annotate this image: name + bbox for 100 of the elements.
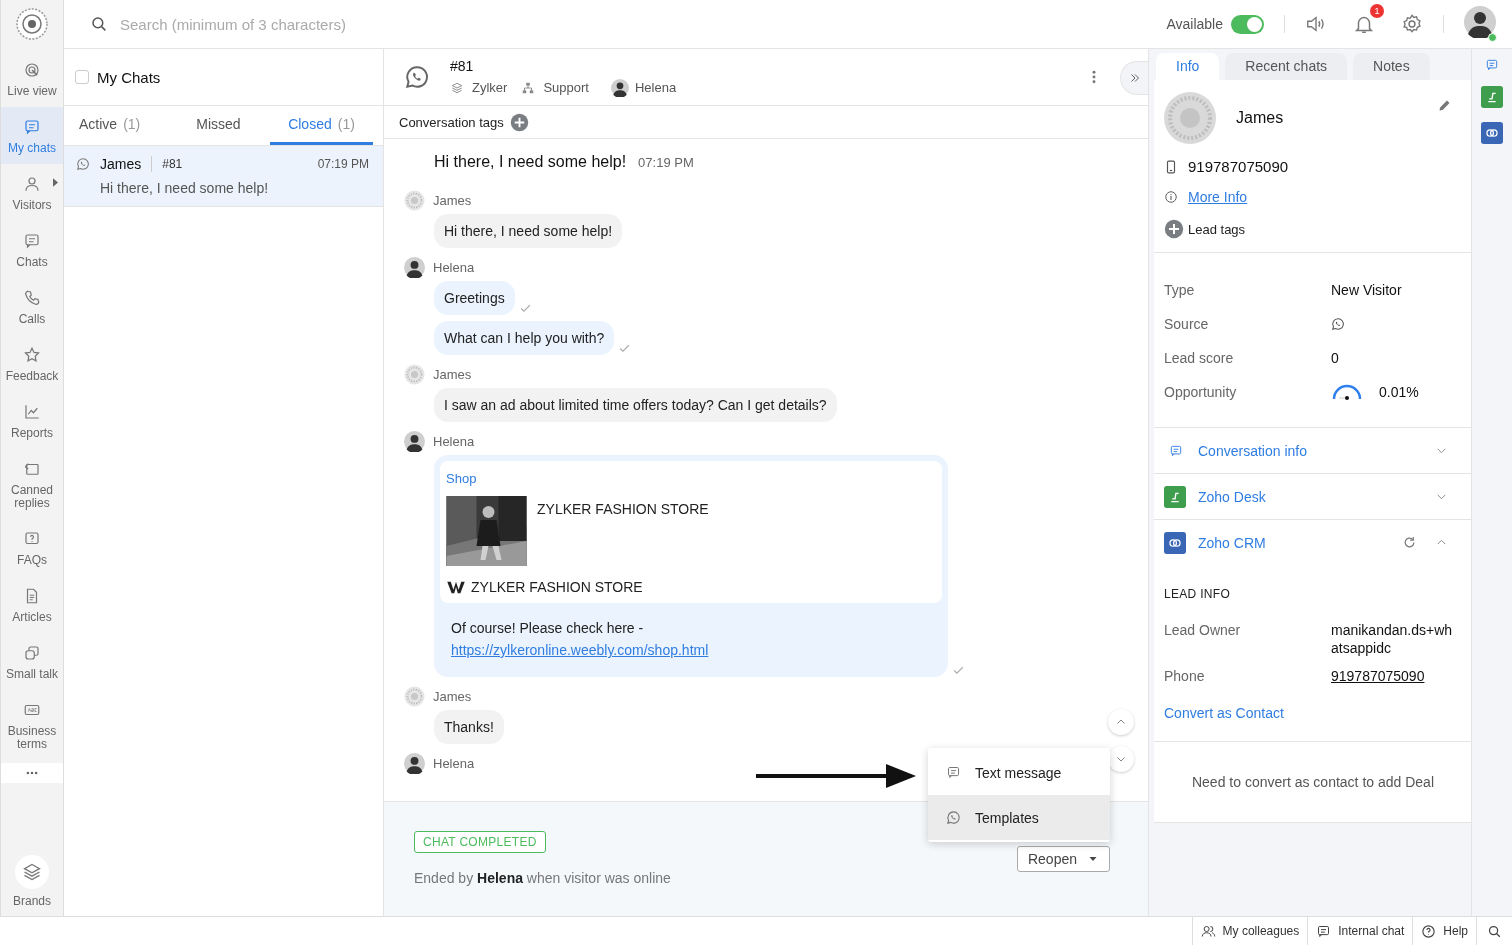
message-bubble: I saw an ad about limited time offers today? Can I get details? xyxy=(434,388,837,422)
refresh-icon[interactable] xyxy=(1402,535,1417,550)
field-label: Type xyxy=(1164,282,1196,298)
sender-name: Helena xyxy=(433,259,475,275)
cards-icon xyxy=(23,644,41,662)
deal-note: Need to convert as contact to add Deal xyxy=(1191,774,1434,790)
online-dot xyxy=(1488,33,1497,42)
tab[interactable]: Recent chats xyxy=(1225,53,1348,80)
nav-item[interactable]: FAQs xyxy=(1,519,63,576)
link[interactable]: https://zylkeronline.weebly.com/shop.html xyxy=(451,642,709,658)
nav-item[interactable]: Feedback xyxy=(1,335,63,392)
settings-icon[interactable] xyxy=(1401,13,1423,35)
phone-number: 919787075090 xyxy=(1188,158,1289,175)
gauge-icon xyxy=(1331,383,1363,401)
tab[interactable]: Active (1) xyxy=(64,106,167,145)
status-bar-item[interactable]: My colleagues xyxy=(1191,917,1308,945)
field-label: Lead Owner xyxy=(1164,621,1242,640)
sender-name: Helena xyxy=(433,755,475,771)
section-header[interactable]: Zoho CRM xyxy=(1154,520,1471,565)
app-tile-icon[interactable] xyxy=(1481,86,1503,108)
field-value: 919787075090 xyxy=(1331,667,1426,685)
star-icon xyxy=(23,346,41,364)
nav-item[interactable]: Articles xyxy=(1,576,63,633)
ended-text: Ended by Helena when visitor was online xyxy=(414,870,671,886)
message-icon xyxy=(1316,923,1332,939)
message-preview: Hi there, I need some help! xyxy=(100,180,270,196)
speaker-icon[interactable] xyxy=(1305,13,1327,35)
app-tile-icon xyxy=(1164,485,1186,508)
reopen-button[interactable]: Reopen xyxy=(1017,846,1110,872)
info-icon xyxy=(1164,190,1178,204)
message-icon xyxy=(23,118,41,136)
mobile-icon xyxy=(1164,159,1178,174)
add-icon[interactable] xyxy=(1164,219,1184,239)
status-bar-item[interactable]: Help xyxy=(1412,917,1476,945)
field-label: Lead score xyxy=(1164,350,1235,366)
availability-toggle[interactable] xyxy=(1231,14,1264,34)
collapse-button[interactable] xyxy=(1120,61,1148,95)
section-header[interactable]: Zoho Desk xyxy=(1154,474,1471,519)
nav-item[interactable]: Business terms xyxy=(1,690,63,760)
nav-item[interactable]: Visitors xyxy=(1,164,63,221)
avatar xyxy=(1464,6,1496,38)
more-info-link[interactable]: More Info xyxy=(1188,189,1248,205)
product-title: ZYLKER FASHION STORE xyxy=(537,501,709,517)
logo-icon xyxy=(16,8,48,40)
nav-item[interactable]: Brands xyxy=(1,844,63,916)
app-tile-icon xyxy=(1164,531,1186,554)
lead-tags-label: Lead tags xyxy=(1188,221,1246,237)
brand-name: Zylker xyxy=(472,80,508,95)
edit-icon[interactable] xyxy=(1437,98,1452,113)
department-name: Support xyxy=(543,80,589,95)
chat-item[interactable]: James #81 07:19 PM Hi there, I need some help! xyxy=(64,146,383,207)
message-icon xyxy=(946,765,961,780)
convert-link[interactable]: Convert as Contact xyxy=(1164,705,1462,721)
message-text: Of course! Please check here - xyxy=(451,619,645,638)
field-label: Opportunity xyxy=(1164,384,1238,400)
whatsapp-icon xyxy=(76,157,90,171)
add-icon[interactable] xyxy=(509,112,529,132)
field-value: New Visitor xyxy=(1331,282,1402,298)
message-icon xyxy=(1169,443,1183,458)
status-tag: CHAT COMPLETED xyxy=(414,831,546,853)
nav-item[interactable]: Chats xyxy=(1,221,63,278)
sender-name: James xyxy=(433,366,472,382)
message-bubble: Thanks! xyxy=(434,710,504,744)
menu-item[interactable]: Text message xyxy=(928,750,1110,795)
field-value: 0.01% xyxy=(1379,384,1419,400)
tags-label: Conversation tags xyxy=(399,114,504,130)
chat-number: #81 xyxy=(161,157,184,171)
avatar xyxy=(610,78,629,97)
field-label: Source xyxy=(1164,316,1210,332)
tab[interactable]: Info xyxy=(1156,53,1220,80)
tab[interactable]: Missed xyxy=(167,106,270,145)
notification-count: 1 xyxy=(1370,4,1384,18)
nav-item[interactable]: Calls xyxy=(1,278,63,335)
store-name: ZYLKER FASHION STORE xyxy=(471,579,643,595)
app-tile-icon[interactable] xyxy=(1481,122,1503,144)
person-icon xyxy=(23,175,41,193)
nav-item[interactable]: Live view xyxy=(1,50,63,107)
nav-item[interactable]: My chats xyxy=(1,107,63,164)
list-title: My Chats xyxy=(97,68,161,86)
search-icon xyxy=(90,15,108,33)
section-header[interactable]: Conversation info xyxy=(1154,428,1471,473)
checkbox[interactable] xyxy=(75,70,89,84)
message-time: 07:19 PM xyxy=(638,155,694,170)
search-field[interactable]: Search (minimum of 3 characters) xyxy=(90,14,538,34)
message-icon[interactable] xyxy=(1485,58,1499,72)
nav-item[interactable]: Small talk xyxy=(1,633,63,690)
menu-item[interactable]: Templates xyxy=(928,795,1110,840)
message-bubble: Hi there, I need some help! xyxy=(434,214,623,248)
message-bubble: What can I help you with? xyxy=(434,321,615,355)
field-label: Phone xyxy=(1164,667,1206,685)
avatar xyxy=(1164,92,1216,144)
nav-item[interactable]: Reports xyxy=(1,392,63,449)
shop-link[interactable]: Shop xyxy=(446,471,936,486)
tab[interactable]: Notes xyxy=(1353,53,1430,80)
nav-item[interactable]: Canned replies xyxy=(1,449,63,519)
sender-name: James xyxy=(433,688,472,704)
status-bar-item[interactable]: Internal chat xyxy=(1307,917,1413,945)
chat-time: 07:19 PM xyxy=(317,157,369,171)
chart-icon xyxy=(23,403,41,421)
agent-name: Helena xyxy=(634,80,677,95)
